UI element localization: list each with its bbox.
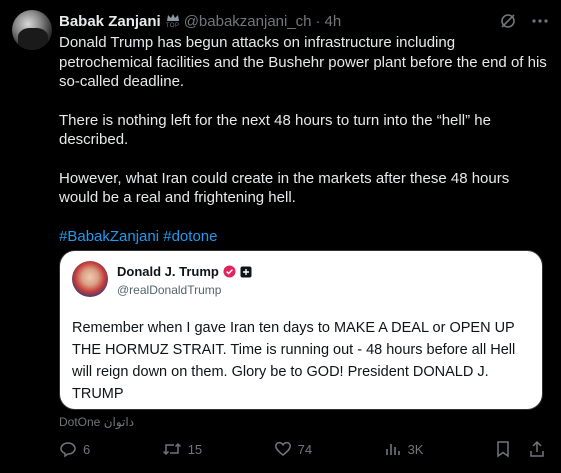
post-paragraph: However, what Iran could create in the m… bbox=[59, 169, 510, 207]
quoted-post[interactable]: Donald J. Trump @realDonaldTrump Remembe… bbox=[59, 250, 543, 410]
like-button[interactable]: 74 bbox=[274, 440, 312, 458]
grok-icon[interactable] bbox=[499, 12, 517, 30]
post-avatar[interactable] bbox=[12, 10, 52, 50]
quote-author-name[interactable]: Donald J. Trump bbox=[117, 264, 219, 279]
repost-button[interactable]: 15 bbox=[162, 440, 202, 458]
separator: · bbox=[315, 12, 321, 30]
like-count: 74 bbox=[297, 441, 313, 457]
more-icon[interactable] bbox=[531, 12, 549, 30]
verified-badge-icon bbox=[223, 265, 236, 278]
reply-button[interactable]: 6 bbox=[59, 440, 90, 458]
post-paragraph: Donald Trump has begun attacks on infras… bbox=[59, 34, 547, 90]
post-header: Babak Zanjani TOP @babakzanjani_ch · 4h bbox=[59, 12, 341, 30]
like-icon bbox=[274, 441, 291, 456]
post-paragraph: There is nothing left for the next 48 ho… bbox=[59, 111, 491, 149]
author-name[interactable]: Babak Zanjani bbox=[59, 13, 161, 30]
post-top-actions bbox=[499, 12, 549, 30]
post-actions: 6 15 74 3K bbox=[59, 438, 545, 460]
top-badge: TOP bbox=[166, 13, 180, 29]
quote-source-label: DotOne داتوان bbox=[59, 415, 135, 429]
post-text: Donald Trump has begun attacks on infras… bbox=[59, 33, 549, 265]
views-count: 3K bbox=[407, 441, 424, 457]
post-hashtags: #BabakZanjani #dotone bbox=[59, 227, 549, 247]
badge-label: TOP bbox=[165, 23, 180, 29]
share-button[interactable] bbox=[529, 440, 545, 458]
hashtag-link[interactable]: #BabakZanjani bbox=[59, 228, 159, 245]
views-button[interactable]: 3K bbox=[384, 440, 424, 458]
author-handle[interactable]: @babakzanjani_ch bbox=[184, 13, 312, 30]
repost-icon bbox=[162, 442, 181, 456]
action-group-right bbox=[495, 440, 545, 458]
quote-author-row: Donald J. Trump bbox=[117, 264, 252, 279]
views-icon bbox=[385, 444, 400, 455]
repost-count: 15 bbox=[187, 441, 203, 457]
crown-icon bbox=[166, 14, 179, 21]
bookmark-button[interactable] bbox=[495, 440, 511, 458]
quote-text: Remember when I gave Iran ten days to MA… bbox=[72, 320, 516, 402]
share-icon bbox=[530, 440, 544, 457]
reply-icon bbox=[60, 442, 76, 458]
hashtag-link[interactable]: #dotone bbox=[163, 228, 217, 245]
quote-avatar[interactable] bbox=[72, 261, 108, 297]
affiliate-badge-icon bbox=[240, 266, 252, 277]
post-time[interactable]: 4h bbox=[325, 13, 342, 30]
bookmark-icon bbox=[497, 441, 509, 458]
quote-author-handle[interactable]: @realDonaldTrump bbox=[117, 283, 221, 297]
reply-count: 6 bbox=[83, 441, 91, 457]
